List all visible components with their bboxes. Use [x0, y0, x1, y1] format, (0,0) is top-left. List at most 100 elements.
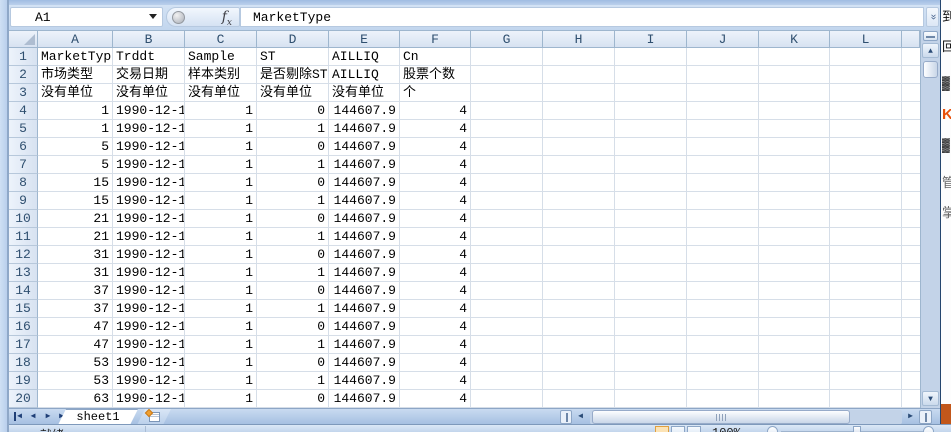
- cell-J16[interactable]: [687, 318, 759, 336]
- cell-H2[interactable]: [543, 66, 615, 84]
- cell-J1[interactable]: [687, 48, 759, 66]
- cell-E1[interactable]: AILLIQ: [329, 48, 400, 66]
- cell-partial-14[interactable]: [902, 282, 920, 300]
- cell-F7[interactable]: 4: [400, 156, 471, 174]
- cell-D10[interactable]: 0: [257, 210, 329, 228]
- cell-A13[interactable]: 31: [38, 264, 113, 282]
- cell-B11[interactable]: 1990-12-1: [113, 228, 185, 246]
- row-header-3[interactable]: 3: [9, 84, 38, 102]
- cell-G16[interactable]: [471, 318, 543, 336]
- zoom-slider-knob[interactable]: [853, 426, 861, 432]
- cell-I2[interactable]: [615, 66, 687, 84]
- cell-B20[interactable]: 1990-12-1: [113, 390, 185, 408]
- cell-J7[interactable]: [687, 156, 759, 174]
- cell-H9[interactable]: [543, 192, 615, 210]
- scroll-left-button[interactable]: ◀: [573, 410, 588, 424]
- cell-L1[interactable]: [830, 48, 902, 66]
- scroll-right-button[interactable]: ▶: [903, 410, 918, 424]
- cell-E16[interactable]: 144607.9: [329, 318, 400, 336]
- cell-L4[interactable]: [830, 102, 902, 120]
- cell-H10[interactable]: [543, 210, 615, 228]
- cell-D1[interactable]: ST: [257, 48, 329, 66]
- cell-A3[interactable]: 没有单位: [38, 84, 113, 102]
- cell-J3[interactable]: [687, 84, 759, 102]
- cell-C7[interactable]: 1: [185, 156, 257, 174]
- cell-I1[interactable]: [615, 48, 687, 66]
- cell-G18[interactable]: [471, 354, 543, 372]
- cell-B17[interactable]: 1990-12-1: [113, 336, 185, 354]
- cell-E13[interactable]: 144607.9: [329, 264, 400, 282]
- cell-C8[interactable]: 1: [185, 174, 257, 192]
- scroll-up-button[interactable]: ▲: [922, 43, 939, 58]
- cell-H4[interactable]: [543, 102, 615, 120]
- background-window-strip[interactable]: 到 回 ▓ K ▓ 管 掌: [940, 0, 951, 424]
- cell-J9[interactable]: [687, 192, 759, 210]
- row-header-15[interactable]: 15: [9, 300, 38, 318]
- cell-F18[interactable]: 4: [400, 354, 471, 372]
- column-header-partial[interactable]: [902, 30, 920, 48]
- cell-L6[interactable]: [830, 138, 902, 156]
- cell-I9[interactable]: [615, 192, 687, 210]
- cell-F11[interactable]: 4: [400, 228, 471, 246]
- cell-D13[interactable]: 1: [257, 264, 329, 282]
- row-header-8[interactable]: 8: [9, 174, 38, 192]
- cell-I14[interactable]: [615, 282, 687, 300]
- cell-E7[interactable]: 144607.9: [329, 156, 400, 174]
- next-sheet-button[interactable]: ▶: [42, 410, 54, 423]
- cell-J2[interactable]: [687, 66, 759, 84]
- cell-J15[interactable]: [687, 300, 759, 318]
- cell-partial-12[interactable]: [902, 246, 920, 264]
- cell-D2[interactable]: 是否剔除ST: [257, 66, 329, 84]
- cell-D17[interactable]: 1: [257, 336, 329, 354]
- cell-L20[interactable]: [830, 390, 902, 408]
- cell-A12[interactable]: 31: [38, 246, 113, 264]
- column-header-G[interactable]: G: [471, 30, 543, 48]
- cell-A16[interactable]: 47: [38, 318, 113, 336]
- first-sheet-button[interactable]: ◀: [12, 410, 24, 423]
- cell-J10[interactable]: [687, 210, 759, 228]
- cell-partial-2[interactable]: [902, 66, 920, 84]
- cell-D18[interactable]: 0: [257, 354, 329, 372]
- row-header-16[interactable]: 16: [9, 318, 38, 336]
- cell-G1[interactable]: [471, 48, 543, 66]
- cell-A2[interactable]: 市场类型: [38, 66, 113, 84]
- cell-K13[interactable]: [759, 264, 830, 282]
- cell-L14[interactable]: [830, 282, 902, 300]
- cell-C14[interactable]: 1: [185, 282, 257, 300]
- cell-F2[interactable]: 股票个数: [400, 66, 471, 84]
- cell-I4[interactable]: [615, 102, 687, 120]
- cell-D15[interactable]: 1: [257, 300, 329, 318]
- row-header-13[interactable]: 13: [9, 264, 38, 282]
- cell-B19[interactable]: 1990-12-1: [113, 372, 185, 390]
- horizontal-scrollbar[interactable]: [590, 410, 902, 424]
- cell-H1[interactable]: [543, 48, 615, 66]
- cell-B1[interactable]: Trddt: [113, 48, 185, 66]
- cell-D11[interactable]: 1: [257, 228, 329, 246]
- cell-G17[interactable]: [471, 336, 543, 354]
- cell-J4[interactable]: [687, 102, 759, 120]
- cell-D16[interactable]: 0: [257, 318, 329, 336]
- cell-partial-6[interactable]: [902, 138, 920, 156]
- cell-B10[interactable]: 1990-12-1: [113, 210, 185, 228]
- cell-H17[interactable]: [543, 336, 615, 354]
- cell-partial-7[interactable]: [902, 156, 920, 174]
- cell-E4[interactable]: 144607.9: [329, 102, 400, 120]
- row-header-19[interactable]: 19: [9, 372, 38, 390]
- column-header-B[interactable]: B: [113, 30, 185, 48]
- tab-sheet1[interactable]: sheet1: [58, 409, 138, 425]
- insert-worksheet-tab[interactable]: [137, 409, 171, 425]
- cell-K20[interactable]: [759, 390, 830, 408]
- cell-C13[interactable]: 1: [185, 264, 257, 282]
- scroll-down-button[interactable]: ▼: [922, 391, 939, 406]
- column-header-I[interactable]: I: [615, 30, 687, 48]
- row-header-6[interactable]: 6: [9, 138, 38, 156]
- cell-L12[interactable]: [830, 246, 902, 264]
- cell-A8[interactable]: 15: [38, 174, 113, 192]
- cell-K14[interactable]: [759, 282, 830, 300]
- cell-H20[interactable]: [543, 390, 615, 408]
- cell-K3[interactable]: [759, 84, 830, 102]
- cell-H14[interactable]: [543, 282, 615, 300]
- cell-D14[interactable]: 0: [257, 282, 329, 300]
- cell-partial-20[interactable]: [902, 390, 920, 408]
- cell-E14[interactable]: 144607.9: [329, 282, 400, 300]
